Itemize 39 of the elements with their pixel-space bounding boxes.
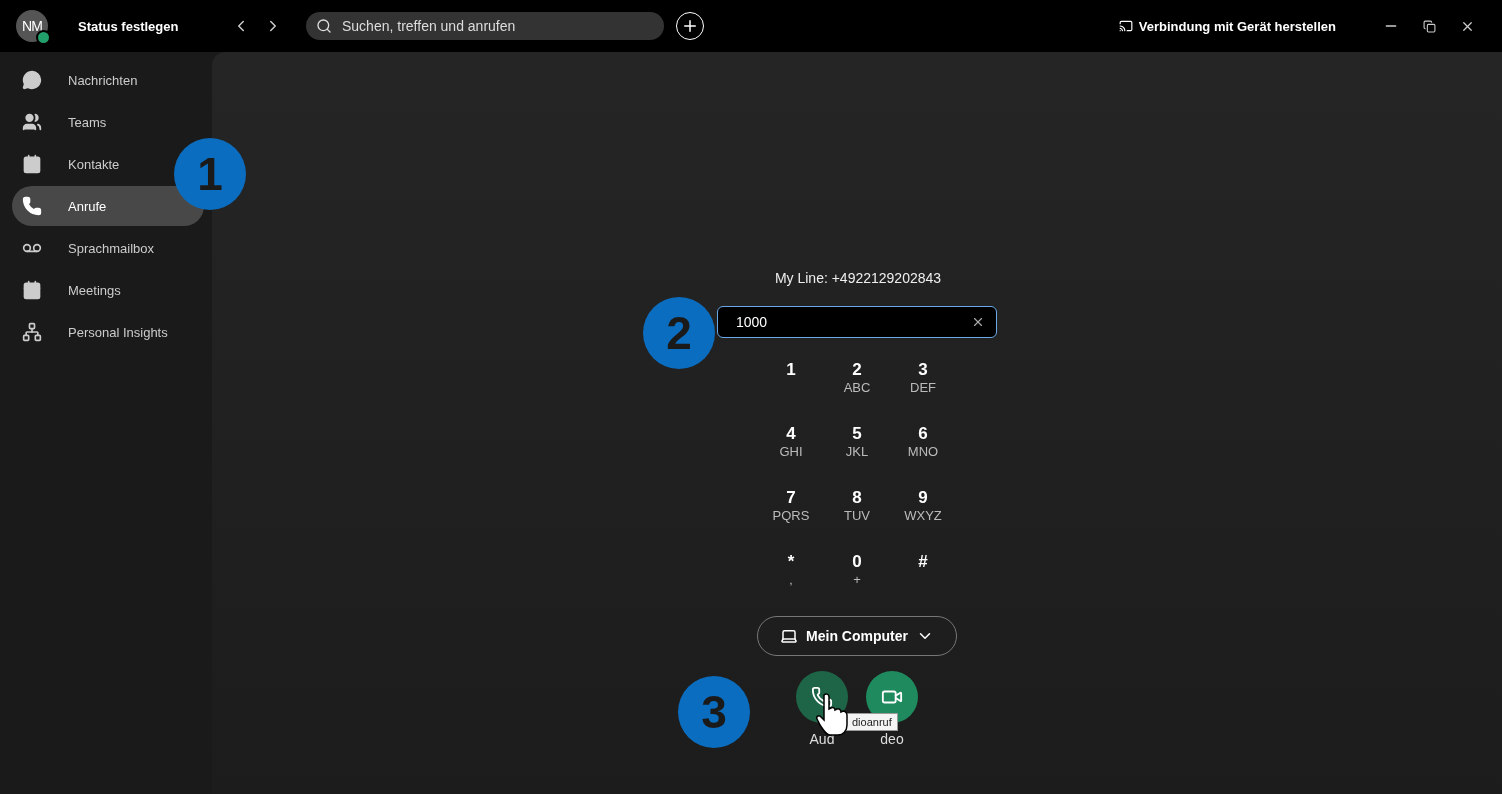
dial-key[interactable]: 0 + <box>824 552 890 600</box>
sidebar-item[interactable]: Teams <box>12 102 121 142</box>
dial-key[interactable]: 7 PQRS <box>758 488 824 536</box>
call-label: deo <box>880 731 904 747</box>
dial-key[interactable]: * ‚ <box>758 552 824 600</box>
search-field[interactable]: Suchen, treffen und anrufen <box>306 12 664 40</box>
chat-bubble-icon <box>22 70 42 90</box>
status-label[interactable]: Status festlegen <box>78 18 228 34</box>
dial-key[interactable]: 2 ABC <box>824 360 890 408</box>
sidebar-item[interactable]: Sprachmailbox <box>12 228 168 268</box>
dial-key[interactable]: 1 <box>758 360 824 408</box>
laptop-icon <box>780 627 799 645</box>
nodes-icon <box>22 322 42 342</box>
dial-key[interactable]: 4 GHI <box>758 424 824 472</box>
screen-icon <box>1118 19 1133 33</box>
connect-device-button[interactable]: Verbindung mit Gerät herstellen <box>1112 17 1342 35</box>
my-line-text: My Line: +4922129202843 <box>774 270 942 286</box>
dial-key[interactable]: 3 DEF <box>890 360 956 408</box>
phone-icon <box>811 686 833 708</box>
avatar[interactable]: NM <box>16 10 48 42</box>
plus-icon <box>681 17 699 35</box>
sidebar-item[interactable]: Meetings <box>12 270 135 310</box>
dial-key[interactable]: 9 WXYZ <box>890 488 956 536</box>
dial-key[interactable]: 5 JKL <box>824 424 890 472</box>
clear-icon[interactable] <box>971 315 985 329</box>
phone-icon <box>22 196 42 216</box>
dial-key[interactable]: 6 MNO <box>890 424 956 472</box>
sidebar-item[interactable]: Kontakte <box>12 144 134 184</box>
people-icon <box>22 112 42 132</box>
sidebar-item[interactable]: Personal Insights <box>12 312 182 352</box>
status-dot <box>36 30 51 45</box>
dial-input-field[interactable]: 1000 <box>717 306 997 338</box>
search-icon <box>316 18 332 34</box>
dial-key[interactable]: 8 TUV <box>824 488 890 536</box>
sidebar-item[interactable]: Nachrichten <box>12 60 152 100</box>
dial-key[interactable]: # <box>890 552 956 600</box>
call-label: Aud <box>809 731 835 747</box>
calendar-icon <box>22 280 42 300</box>
tooltip: dioanruf <box>846 713 898 731</box>
